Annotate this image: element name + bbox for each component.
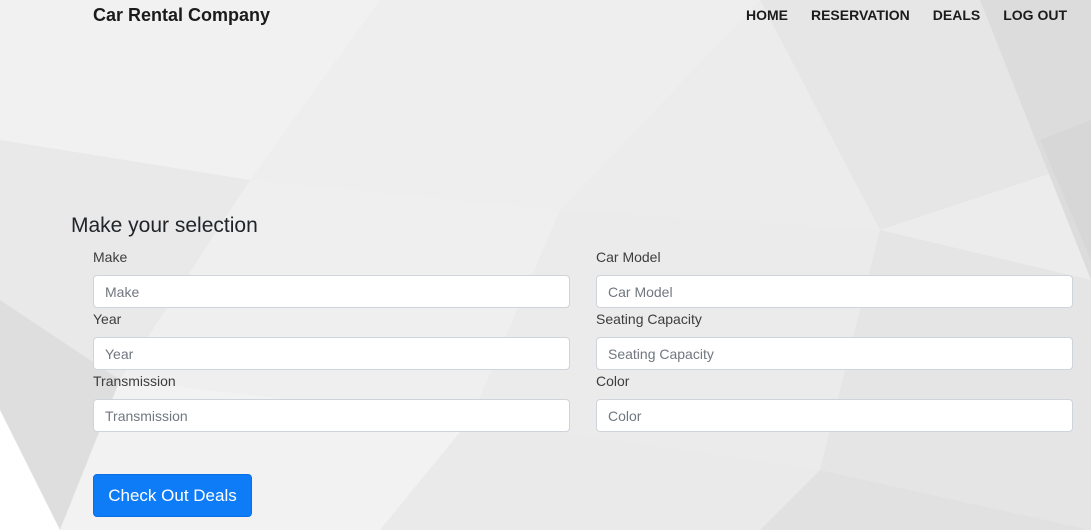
brand-link[interactable]: Car Rental Company <box>93 5 270 26</box>
transmission-field: Transmission <box>93 372 570 434</box>
make-input[interactable] <box>93 275 570 308</box>
seating-capacity-input[interactable] <box>596 337 1073 370</box>
year-field: Year <box>93 310 570 372</box>
year-label: Year <box>93 311 122 327</box>
make-field: Make <box>93 248 570 310</box>
nav-link-home[interactable]: HOME <box>746 7 788 23</box>
check-out-deals-button[interactable]: Check Out Deals <box>93 474 252 517</box>
form-row: Transmission Color <box>93 372 1074 434</box>
color-label: Color <box>596 373 630 389</box>
nav-link-deals[interactable]: DEALS <box>933 7 980 23</box>
form-row: Make Car Model <box>93 248 1074 310</box>
nav-link-logout[interactable]: LOG OUT <box>1003 7 1067 23</box>
car-model-label: Car Model <box>596 249 661 265</box>
car-model-field: Car Model <box>596 248 1073 310</box>
make-label: Make <box>93 249 128 265</box>
year-input[interactable] <box>93 337 570 370</box>
form-heading: Make your selection <box>71 214 258 237</box>
selection-form: Make Car Model Year Seating Capacity Tra… <box>93 248 1074 434</box>
color-input[interactable] <box>596 399 1073 432</box>
form-row: Year Seating Capacity <box>93 310 1074 372</box>
seating-capacity-field: Seating Capacity <box>596 310 1073 372</box>
transmission-input[interactable] <box>93 399 570 432</box>
car-model-input[interactable] <box>596 275 1073 308</box>
color-field: Color <box>596 372 1073 434</box>
seating-capacity-label: Seating Capacity <box>596 311 702 327</box>
navbar: Car Rental Company HOME RESERVATION DEAL… <box>0 0 1091 32</box>
nav-link-reservation[interactable]: RESERVATION <box>811 7 910 23</box>
transmission-label: Transmission <box>93 373 176 389</box>
nav-links: HOME RESERVATION DEALS LOG OUT <box>746 7 1067 23</box>
